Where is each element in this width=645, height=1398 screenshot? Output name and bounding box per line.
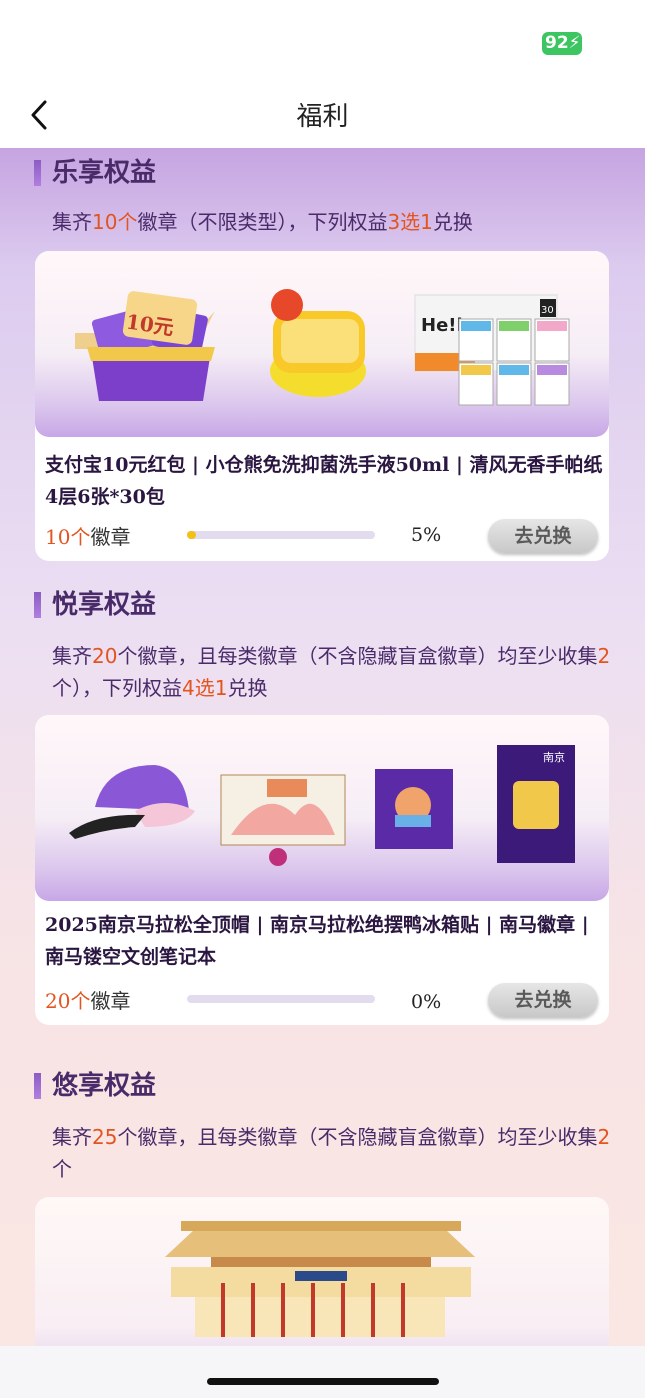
page-title: 福利 [296,102,349,132]
prize-list-yuexiang: 2025南京马拉松全顶帽 | 南京马拉松绝摆鸭冰箱贴 | 南马徽章 | 南马镂空… [45,914,589,968]
marathon-cap-image [69,765,195,839]
progress-percent-yuexiang: 0% [411,991,442,1013]
notebook-image: 南京 [497,745,575,863]
prize-list-lexiang: 支付宝10元红包 | 小仓熊免洗抑菌洗手液50ml | 清风无香手帕纸 4层6张… [45,454,603,508]
status-bar: 92⚡ [0,0,645,88]
section-title-yuexiang: 悦享权益 [34,588,156,622]
prize-image-youxiang [35,1197,609,1346]
badge-box-image [375,769,453,849]
benefit-card-lexiang: 10元 He!lo 30 支付宝10元红包 | 小仓熊免洗抑菌洗手液50ml |… [35,251,609,561]
stadium-building-image [165,1221,475,1337]
section-desc-lexiang: 集齐10个徽章（不限类型），下列权益3选1兑换 [52,210,473,234]
progress-fill [187,531,197,539]
section-title-lexiang: 乐享权益 [34,156,156,190]
badge-requirement-lexiang: 10个徽章 [45,525,131,549]
prize-image-lexiang: 10元 He!lo 30 [35,251,609,437]
home-indicator[interactable] [207,1378,439,1385]
benefit-card-yuexiang: 南京 2025南京马拉松全顶帽 | 南京马拉松绝摆鸭冰箱贴 | 南马徽章 | 南… [35,715,609,1025]
progress-bar-lexiang [187,531,375,539]
nav-bar: 福利 [0,88,645,148]
progress-bar-yuexiang [187,995,375,1003]
benefits-content[interactable]: 乐享权益 集齐10个徽章（不限类型），下列权益3选1兑换 10元 He!lo 3… [0,148,645,1346]
hand-sanitizer-image [270,289,366,397]
redeem-button-lexiang[interactable]: 去兑换 [488,519,598,553]
notebook-text: 南京 [543,750,565,764]
redeem-button-yuexiang[interactable]: 去兑换 [488,983,598,1017]
home-bar [0,1346,645,1398]
fridge-magnet-image [220,774,346,866]
progress-percent-lexiang: 5% [411,524,442,546]
red-packet-image: 10元 [75,291,215,401]
section-desc-youxiang: 集齐25个徽章，且每类徽章（不含隐藏盲盒徽章）均至少收集2个 [52,1125,611,1181]
benefit-card-youxiang [35,1197,609,1346]
battery-icon: 92⚡ [542,32,582,55]
badge-requirement-yuexiang: 20个徽章 [45,989,131,1013]
tissue-pack-image: He!lo 30 [414,294,570,406]
section-title-youxiang: 悠享权益 [34,1069,156,1103]
prize-image-yuexiang: 南京 [35,715,609,901]
section-desc-yuexiang: 集齐20个徽章，且每类徽章（不含隐藏盲盒徽章）均至少收集2个），下列权益4选1兑… [52,644,611,700]
tissue-count-text: 30 [541,305,554,316]
